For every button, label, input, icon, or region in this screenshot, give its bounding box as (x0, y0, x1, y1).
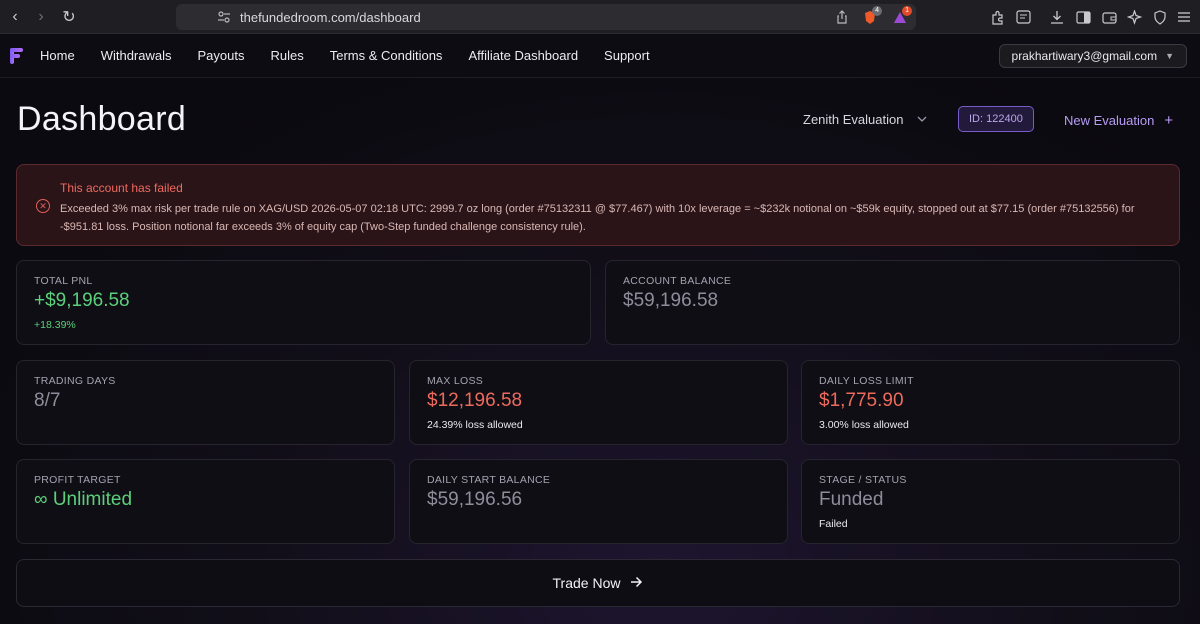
stage-value: Funded (819, 489, 884, 510)
sidebar-icon[interactable] (1073, 7, 1093, 27)
status-value: Failed (819, 518, 848, 530)
share-icon[interactable] (834, 9, 850, 25)
shields-badge: 4 (872, 6, 882, 16)
caret-down-icon: ▼ (1165, 51, 1174, 61)
account-balance-label: ACCOUNT BALANCE (623, 275, 732, 287)
chevron-down-icon (917, 114, 927, 125)
new-evaluation-button[interactable]: New Evaluation + (1064, 112, 1173, 129)
daily-start-balance-label: DAILY START BALANCE (427, 474, 551, 486)
daily-loss-limit-value: $1,775.90 (819, 390, 904, 411)
extensions-icon[interactable] (988, 7, 1008, 27)
browser-toolbar: ‹ › ↻ thefundedroom.com/dashboard 4 1 (0, 0, 1200, 34)
daily-loss-limit-card: DAILY LOSS LIMIT $1,775.90 3.00% loss al… (801, 360, 1180, 445)
nav-payouts[interactable]: Payouts (197, 48, 244, 63)
account-balance-value: $59,196.58 (623, 290, 719, 311)
total-pnl-card: TOTAL PNL +$9,196.58 +18.39% (16, 260, 591, 345)
daily-start-balance-value: $59,196.56 (427, 489, 523, 510)
daily-loss-limit-label: DAILY LOSS LIMIT (819, 375, 914, 387)
wallet-icon[interactable] (1099, 7, 1119, 27)
brand-logo-icon[interactable] (10, 47, 24, 64)
account-id-badge: ID: 122400 (958, 106, 1034, 132)
url-text: thefundedroom.com/dashboard (240, 9, 421, 25)
max-loss-allowed: 24.39% loss allowed (427, 419, 523, 431)
nav-withdrawals[interactable]: Withdrawals (101, 48, 172, 63)
account-failed-alert: ✕ This account has failed Exceeded 3% ma… (16, 164, 1180, 246)
arrow-right-icon (630, 575, 643, 592)
nav-rules[interactable]: Rules (270, 48, 303, 63)
error-circle-icon: ✕ (36, 199, 50, 213)
trading-days-card: TRADING DAYS 8/7 (16, 360, 395, 445)
trade-now-label: Trade Now (552, 575, 621, 591)
menu-icon[interactable] (1174, 7, 1194, 27)
max-loss-label: MAX LOSS (427, 375, 484, 387)
back-icon[interactable]: ‹ (4, 6, 26, 28)
evaluation-select-label: Zenith Evaluation (803, 112, 904, 127)
site-settings-icon[interactable] (216, 9, 232, 25)
downloads-icon[interactable] (1047, 7, 1067, 27)
reload-icon[interactable]: ↻ (58, 6, 80, 28)
address-bar[interactable]: thefundedroom.com/dashboard 4 1 (176, 4, 916, 30)
page-title: Dashboard (17, 100, 187, 138)
profit-target-card: PROFIT TARGET ∞ Unlimited (16, 459, 395, 544)
stage-status-label: STAGE / STATUS (819, 474, 907, 486)
stage-status-card: STAGE / STATUS Funded Failed (801, 459, 1180, 544)
daily-loss-allowed: 3.00% loss allowed (819, 419, 909, 431)
trade-now-button[interactable]: Trade Now (16, 559, 1180, 607)
max-loss-value: $12,196.58 (427, 390, 523, 411)
brave-shields-icon[interactable]: 4 (862, 6, 882, 25)
brave-rewards-icon[interactable]: 1 (892, 6, 912, 25)
profit-target-label: PROFIT TARGET (34, 474, 121, 486)
user-email: prakhartiwary3@gmail.com (1011, 49, 1158, 63)
profit-target-value: ∞ Unlimited (34, 489, 133, 510)
total-pnl-label: TOTAL PNL (34, 275, 93, 287)
evaluation-select[interactable]: Zenith Evaluation (803, 112, 927, 127)
leo-ai-icon[interactable] (1124, 7, 1144, 27)
vpn-icon[interactable] (1150, 7, 1170, 27)
dashboard-main: Dashboard Zenith Evaluation ID: 122400 N… (0, 78, 1200, 624)
total-pnl-percent: +18.39% (34, 319, 76, 331)
plus-icon: + (1164, 112, 1174, 129)
reader-mode-icon[interactable] (1013, 7, 1033, 27)
account-balance-card: ACCOUNT BALANCE $59,196.58 (605, 260, 1180, 345)
max-loss-card: MAX LOSS $12,196.58 24.39% loss allowed (409, 360, 788, 445)
nav-support[interactable]: Support (604, 48, 650, 63)
nav-affiliate-dashboard[interactable]: Affiliate Dashboard (468, 48, 578, 63)
trading-days-value: 8/7 (34, 390, 61, 411)
account-menu-button[interactable]: prakhartiwary3@gmail.com ▼ (998, 44, 1187, 68)
forward-icon[interactable]: › (30, 6, 52, 28)
new-evaluation-label: New Evaluation (1064, 113, 1155, 128)
daily-start-balance-card: DAILY START BALANCE $59,196.56 (409, 459, 788, 544)
rewards-badge: 1 (902, 6, 912, 16)
trading-days-label: TRADING DAYS (34, 375, 116, 387)
nav-home[interactable]: Home (40, 48, 75, 63)
alert-message: Exceeded 3% max risk per trade rule on X… (60, 203, 1135, 233)
site-navbar: Home Withdrawals Payouts Rules Terms & C… (0, 34, 1200, 78)
nav-terms[interactable]: Terms & Conditions (330, 48, 443, 63)
total-pnl-value: +$9,196.58 (34, 290, 130, 311)
alert-title: This account has failed (60, 181, 183, 195)
